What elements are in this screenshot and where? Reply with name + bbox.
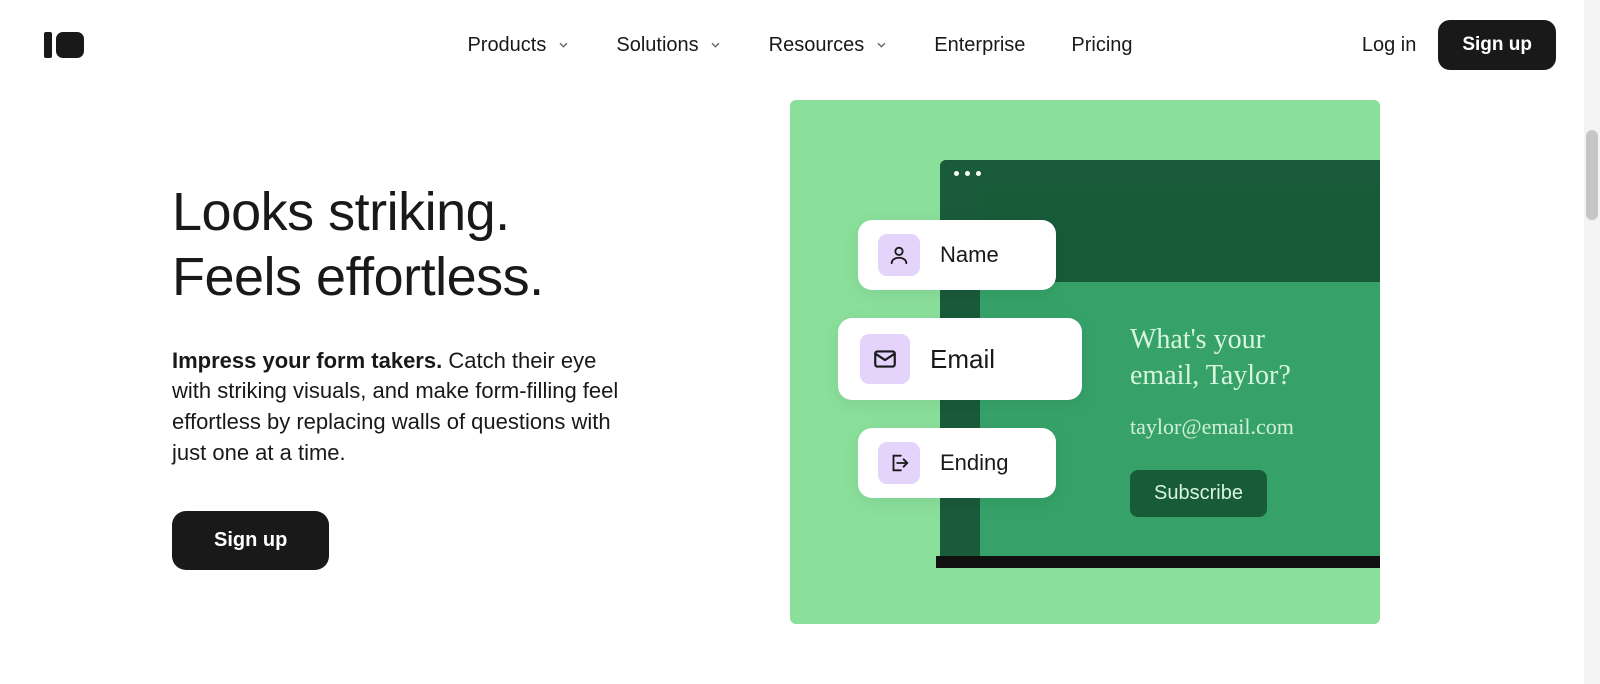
nav-item-resources[interactable]: Resources [769,34,889,57]
chip-label: Email [930,344,995,375]
login-link[interactable]: Log in [1362,34,1417,57]
signup-button-header[interactable]: Sign up [1438,20,1556,70]
hero-description: Impress your form takers. Catch their ey… [172,346,632,469]
mock-browser-titlebar [940,160,1380,186]
form-chip-name: Name [858,220,1056,290]
mock-question-line2: email, Taylor? [1130,360,1291,391]
chevron-down-icon [556,38,570,52]
hero-illustration: What's your email, Taylor? taylor@email.… [790,100,1380,624]
nav-label: Pricing [1071,34,1132,57]
exit-icon [878,442,920,484]
hero-title-line2: Feels effortless. [172,247,544,307]
header: Products Solutions Resources Enterprise … [0,0,1600,90]
mock-monitor-base [936,556,1380,568]
chevron-down-icon [874,38,888,52]
scrollbar-track[interactable] [1584,0,1600,684]
window-dot-icon [965,171,970,176]
window-dot-icon [954,171,959,176]
hero-desc-bold: Impress your form takers. [172,348,442,373]
header-actions: Log in Sign up [1362,20,1556,70]
mock-email-value: taylor@email.com [1130,414,1294,440]
nav-label: Products [467,34,546,57]
form-chip-ending: Ending [858,428,1056,498]
mail-icon [860,334,910,384]
mock-subscribe-button: Subscribe [1130,470,1267,517]
nav-label: Resources [769,34,865,57]
scrollbar-thumb[interactable] [1586,130,1598,220]
nav-item-enterprise[interactable]: Enterprise [934,34,1025,57]
mock-question-line1: What's your [1130,324,1265,355]
window-dot-icon [976,171,981,176]
chip-label: Name [940,242,999,268]
main-nav: Products Solutions Resources Enterprise … [467,34,1132,57]
hero-text: Looks striking. Feels effortless. Impres… [172,180,732,570]
logo[interactable] [44,32,84,58]
logo-square [56,32,84,58]
logo-bar [44,32,52,58]
mock-question: What's your email, Taylor? [1130,322,1291,395]
signup-button-hero[interactable]: Sign up [172,511,329,570]
nav-item-products[interactable]: Products [467,34,570,57]
hero-title: Looks striking. Feels effortless. [172,180,692,310]
nav-label: Enterprise [934,34,1025,57]
user-icon [878,234,920,276]
nav-item-solutions[interactable]: Solutions [616,34,722,57]
nav-label: Solutions [616,34,698,57]
form-chip-email: Email [838,318,1082,400]
hero-title-line1: Looks striking. [172,182,510,242]
chevron-down-icon [709,38,723,52]
chip-label: Ending [940,450,1009,476]
nav-item-pricing[interactable]: Pricing [1071,34,1132,57]
